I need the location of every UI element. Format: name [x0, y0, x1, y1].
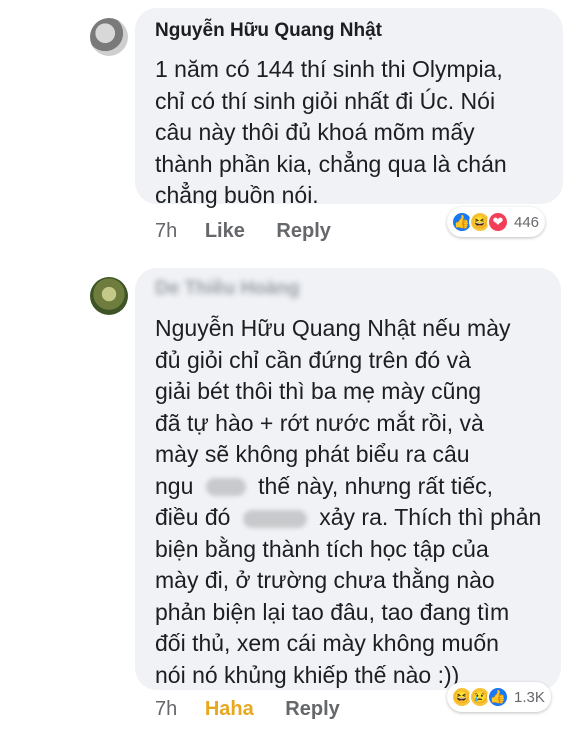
- comment-bubble: Nguyễn Hữu Quang Nhật 1 năm có 144 thí s…: [135, 8, 563, 208]
- reaction-count: 1.3K: [514, 688, 545, 706]
- redacted-word: [242, 509, 307, 528]
- comment-line: biện bằng thành tích học tập của: [155, 535, 489, 562]
- like-button[interactable]: Like: [205, 220, 245, 242]
- comment-line: đủ giỏi chỉ cần đứng trên đó và: [155, 346, 471, 373]
- reply-button[interactable]: Reply: [285, 698, 339, 720]
- comment-line: phản biện lại tao đâu, tao đang tìm: [155, 598, 510, 625]
- comment-line: Nguyễn Hữu Quang Nhật nếu mày: [155, 315, 511, 341]
- like-reaction-icon: 👍: [487, 686, 509, 708]
- comment-fragment: thế này, nhưng rất tiếc,: [258, 472, 494, 499]
- love-reaction-icon: ❤: [487, 211, 509, 233]
- avatar[interactable]: [90, 18, 128, 56]
- redacted-word: [205, 478, 246, 497]
- comment-fragment: điều đó: [155, 504, 231, 530]
- comment-text: 1 năm có 144 thí sinh thi Olympia, chỉ c…: [155, 54, 507, 212]
- comment-actions: 7h Like Reply: [155, 220, 357, 243]
- comment-line: điều đó xảy ra. Thích thì phản: [155, 502, 541, 534]
- comment-fragment: xảy ra. Thích thì phản: [319, 504, 542, 530]
- comment-line: 1 năm có 144 thí sinh thi Olympia,: [155, 56, 503, 82]
- comment-text: Nguyễn Hữu Quang Nhật nếu mày đủ giỏi ch…: [155, 313, 541, 691]
- haha-button[interactable]: Haha: [205, 698, 254, 720]
- comment-line: giải bét thôi thì ba mẹ mày cũng: [155, 378, 482, 404]
- comment-author[interactable]: Nguyễn Hữu Quang Nhật: [155, 20, 382, 42]
- comment-line: mày đi, ở trường chưa thằng nào: [155, 567, 495, 593]
- reaction-count: 446: [514, 213, 540, 231]
- comment-line: câu này thôi đủ khoá mõm mấy: [155, 119, 475, 145]
- reply-button[interactable]: Reply: [276, 220, 330, 242]
- comment-line: đối thủ, xem cái mày không muốn: [155, 630, 499, 656]
- comment-timestamp[interactable]: 7h: [155, 698, 177, 720]
- avatar[interactable]: [90, 277, 128, 315]
- reaction-summary[interactable]: 👍 😆 ❤ 446: [447, 207, 546, 237]
- comment-line: thành phần kia, chẳng qua là chán: [155, 150, 507, 177]
- reaction-summary[interactable]: 😆 😢 👍 1.3K: [447, 682, 551, 712]
- comment-line: ngu thế này, nhưng rất tiếc,: [155, 471, 541, 503]
- comment-line: đã tự hào + rớt nước mắt rồi, và: [155, 409, 484, 436]
- comment-bubble: De Thiều Hoàng Nguyễn Hữu Quang Nhật nếu…: [135, 268, 561, 690]
- comment-line: chẳng buồn nói.: [155, 182, 319, 208]
- comment-fragment: ngu: [155, 472, 194, 499]
- comment-timestamp[interactable]: 7h: [155, 220, 177, 242]
- comment-line: mày sẽ không phát biểu ra câu: [155, 441, 470, 467]
- comment-actions: 7h Haha Reply: [155, 698, 366, 721]
- comment-author[interactable]: De Thiều Hoàng: [155, 278, 300, 300]
- comment-line: chỉ có thí sinh giỏi nhất đi Úc. Nói: [155, 87, 496, 114]
